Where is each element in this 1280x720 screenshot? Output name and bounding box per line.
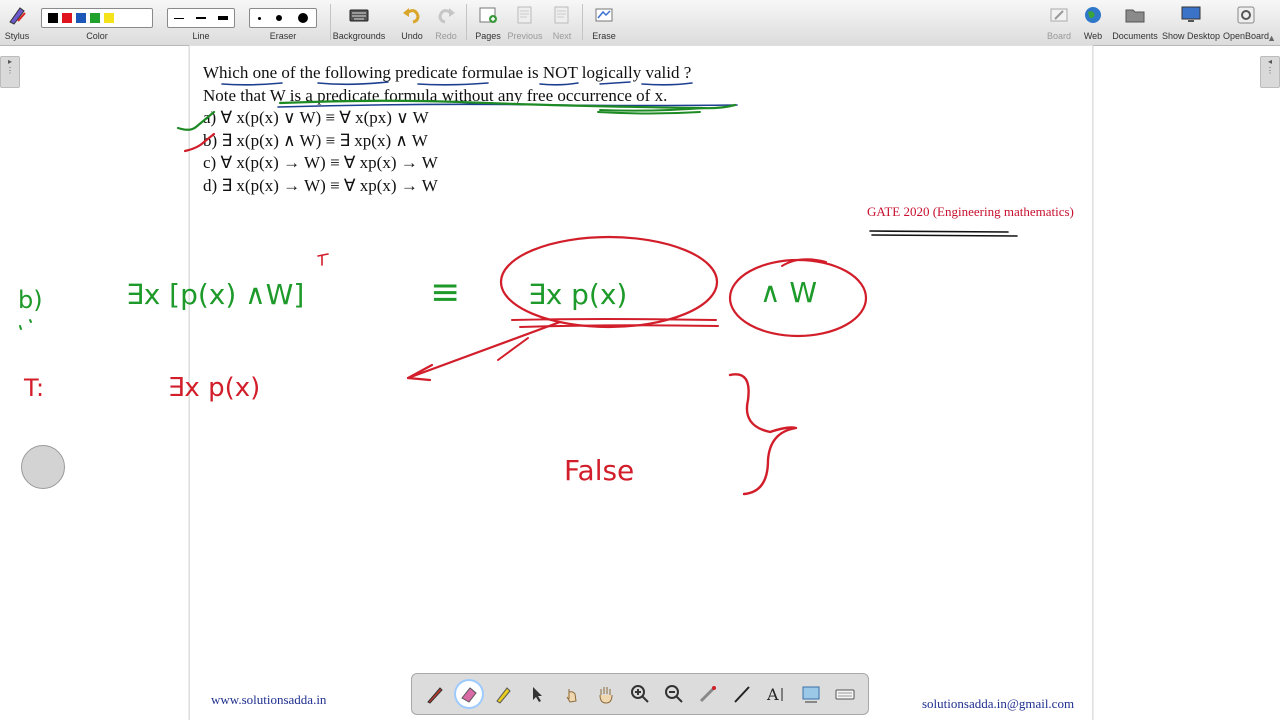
option-c: c) ∀ x(p(x) → W) ≡ ∀ xp(x) → W <box>203 153 438 172</box>
erase-button[interactable]: Erase <box>588 0 620 45</box>
color-yellow[interactable] <box>104 13 114 23</box>
redo-icon <box>438 8 455 24</box>
tool-dock: A <box>411 673 869 715</box>
pages-button[interactable]: Pages <box>472 0 504 45</box>
stylus-button[interactable]: Stylus <box>0 0 34 45</box>
toolbar-separator <box>466 4 467 40</box>
previous-button[interactable]: Previous <box>506 0 544 45</box>
stylus-icon <box>9 7 26 25</box>
footer-website: www.solutionsadda.in <box>211 692 327 707</box>
toolbar-separator <box>330 4 331 40</box>
color-black[interactable] <box>48 13 58 23</box>
eraser-medium[interactable] <box>276 15 283 21</box>
hand-tool-icon[interactable] <box>593 681 619 707</box>
keyboard-icon[interactable] <box>832 681 858 707</box>
line-thick[interactable] <box>218 16 228 20</box>
next-button[interactable]: Next <box>546 0 578 45</box>
gear-icon <box>1237 6 1255 24</box>
redo-button[interactable]: Redo <box>430 0 462 45</box>
backgrounds-button[interactable]: Backgrounds <box>332 0 386 45</box>
line-group: Line <box>166 0 236 45</box>
folder-icon <box>1125 9 1145 23</box>
right-panel-toggle[interactable]: ◂ ⋮ <box>1260 56 1280 88</box>
undo-button[interactable]: Undo <box>396 0 428 45</box>
board-right-area <box>1094 46 1280 720</box>
show-desktop-button[interactable]: Show Desktop <box>1160 0 1222 45</box>
color-red[interactable] <box>62 13 72 23</box>
collapse-toolbar-icon[interactable]: ▲ <box>1267 33 1276 43</box>
previous-page-icon <box>517 6 532 24</box>
line-medium[interactable] <box>196 17 206 19</box>
openboard-button[interactable]: OpenBoard <box>1222 0 1270 45</box>
board-icon <box>1050 8 1068 22</box>
option-d: d) ∃ x(p(x) → W) ≡ ∀ xp(x) → W <box>203 176 438 195</box>
color-blue[interactable] <box>76 13 86 23</box>
web-button[interactable]: Web <box>1078 0 1108 45</box>
option-b: b) ∃ x(p(x) ∧ W) ≡ ∃ xp(x) ∧ W <box>203 131 428 150</box>
footer-email: solutionsadda.in@gmail.com <box>922 696 1075 711</box>
monitor-icon <box>1181 6 1201 22</box>
capture-tool-icon[interactable] <box>798 681 824 707</box>
color-palette <box>41 8 153 28</box>
top-toolbar: Stylus Color Line Eraser Backgrounds Und… <box>0 0 1280 46</box>
keyboard-background-icon <box>349 9 369 22</box>
interactor-tool-icon[interactable] <box>559 681 585 707</box>
question-line-2: Note that W is a predicate formula witho… <box>203 86 668 105</box>
eraser-tool-icon[interactable] <box>456 681 483 707</box>
eraser-large[interactable] <box>298 13 309 23</box>
zoom-out-icon[interactable] <box>661 681 687 707</box>
text-tool-icon[interactable]: A <box>763 681 789 707</box>
color-green[interactable] <box>90 13 100 23</box>
color-group: Color <box>40 0 154 45</box>
eraser-group: Eraser <box>248 0 318 45</box>
laser-pointer-icon[interactable] <box>695 681 721 707</box>
svg-text:A: A <box>766 685 779 704</box>
pen-tool-icon[interactable] <box>422 681 448 707</box>
undo-icon <box>403 8 420 24</box>
globe-icon <box>1085 7 1101 23</box>
documents-button[interactable]: Documents <box>1110 0 1160 45</box>
add-page-icon <box>479 7 497 23</box>
board-button[interactable]: Board <box>1044 0 1074 45</box>
toolbar-separator <box>582 4 583 40</box>
board-left-area <box>0 46 188 720</box>
floating-circle-button[interactable] <box>21 445 65 489</box>
eraser-size-picker <box>249 8 317 28</box>
option-a: a) ∀ x(p(x) ∨ W) ≡ ∀ x(px) ∨ W <box>203 108 429 127</box>
next-page-icon <box>554 6 569 24</box>
highlighter-tool-icon[interactable] <box>490 681 516 707</box>
zoom-in-icon[interactable] <box>627 681 653 707</box>
erase-board-icon <box>595 8 613 22</box>
eraser-small[interactable] <box>257 16 261 20</box>
source-label: GATE 2020 (Engineering mathematics) <box>867 204 1074 219</box>
line-tool-icon[interactable] <box>729 681 755 707</box>
line-thin[interactable] <box>174 17 184 19</box>
line-width-picker <box>167 8 235 28</box>
question-line-1: Which one of the following predicate for… <box>203 63 692 82</box>
selector-tool-icon[interactable] <box>524 681 550 707</box>
left-panel-toggle[interactable]: ▸ ⋮ <box>0 56 20 88</box>
